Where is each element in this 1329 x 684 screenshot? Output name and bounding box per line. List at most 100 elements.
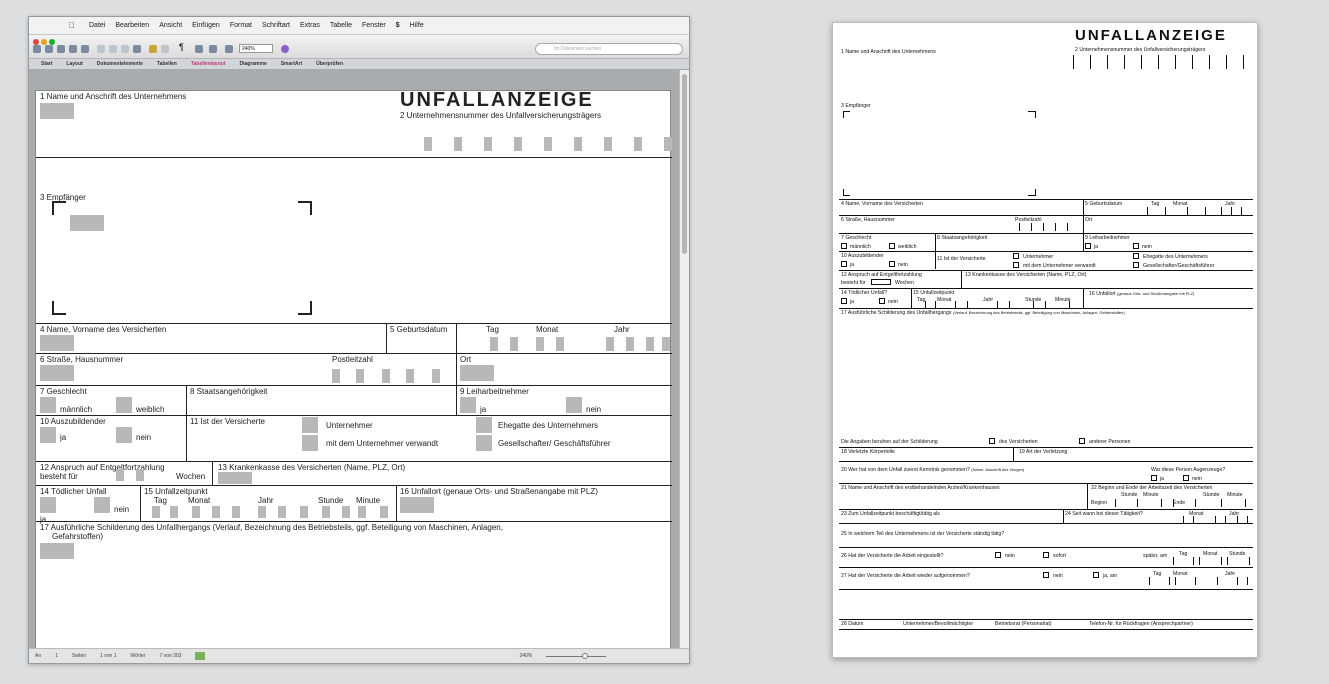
search-input[interactable]: Im Dokument suchen [535,43,683,55]
cut-icon[interactable] [97,45,105,53]
doc-digit-box[interactable] [170,506,178,518]
form-ja-am-checkbox[interactable] [1093,572,1099,578]
spellcheck-icon[interactable] [195,652,206,660]
form-digit-tick[interactable] [1019,223,1020,231]
menu-datei[interactable]: Datei [89,22,105,29]
form-digit-tick[interactable] [1187,207,1188,215]
form-azubi-ja-checkbox[interactable] [841,261,847,267]
doc-unternehmer-checkbox[interactable] [302,417,318,433]
form-digit-tick[interactable] [967,301,968,308]
doc-digit-box[interactable] [300,506,308,518]
doc-leih-ja-checkbox[interactable] [460,397,476,413]
form-digit-tick[interactable] [997,301,998,308]
form-digit-tick[interactable] [1195,499,1196,507]
doc-gesellschafter-checkbox[interactable] [476,435,492,451]
form-azubi-nein-checkbox[interactable] [889,261,895,267]
form-sofort-checkbox[interactable] [1043,552,1049,558]
form-digit-tick[interactable] [1173,557,1174,565]
form-verwandt-checkbox[interactable] [1013,262,1019,268]
doc-digit-box[interactable] [406,369,414,383]
doc-digit-box[interactable] [510,337,518,351]
form-digit-tick[interactable] [1195,577,1196,585]
form-digit-tick[interactable] [1221,207,1222,215]
form-digit-tick[interactable] [1033,301,1034,308]
form-digit-tick[interactable] [1115,499,1116,507]
doc-leih-nein-checkbox[interactable] [566,397,582,413]
form-digit-tick[interactable] [1237,577,1238,585]
doc-digit-box[interactable] [490,337,498,351]
menu-extras[interactable]: Extras [300,22,320,29]
form-digit-tick[interactable] [1199,557,1200,565]
doc-digit-box[interactable] [356,369,364,383]
form-digit-tick[interactable] [1090,55,1091,69]
form-digit-tick[interactable] [1205,207,1206,215]
form-digit-tick[interactable] [1241,207,1242,215]
doc-toedlich-nein-checkbox[interactable] [94,497,110,513]
doc-digit-box[interactable] [484,137,492,151]
doc-maennlich-checkbox[interactable] [40,397,56,413]
form-digit-tick[interactable] [1137,499,1138,507]
form-digit-tick[interactable] [1169,577,1170,585]
doc-digit-box[interactable] [454,137,462,151]
doc-digit-box[interactable] [322,506,330,518]
form-unternehmer-checkbox[interactable] [1013,253,1019,259]
form-digit-tick[interactable] [1009,301,1010,308]
tab-tabellen[interactable]: Tabellen [157,61,177,67]
tab-diagramme[interactable]: Diagramme [239,61,266,67]
form-digit-tick[interactable] [1237,516,1238,523]
doc-digit-box[interactable] [232,506,240,518]
form-wochen-input[interactable] [871,279,891,285]
form-digit-tick[interactable] [1073,55,1074,69]
form-weiblich-checkbox[interactable] [889,243,895,249]
doc-digit-box[interactable] [664,137,672,151]
form-anderer-checkbox[interactable] [1079,438,1085,444]
save-icon[interactable] [69,45,77,53]
doc-digit-box[interactable] [634,137,642,151]
form-digit-tick[interactable] [1141,55,1142,69]
help-icon[interactable] [281,45,289,53]
form-digit-tick[interactable] [925,301,926,308]
form-digit-tick[interactable] [1045,301,1046,308]
form-digit-tick[interactable] [1247,516,1248,523]
form-eingestellt-nein-checkbox[interactable] [995,552,1001,558]
doc-digit-box[interactable] [626,337,634,351]
form-digit-tick[interactable] [1161,499,1162,507]
form-digit-tick[interactable] [1175,55,1176,69]
form-digit-tick[interactable] [1227,557,1228,565]
doc-digit-box[interactable] [380,506,388,518]
document-page[interactable]: 1 Name und Anschrift des Unternehmens UN… [35,89,672,650]
menu-script[interactable]: $ [396,22,400,29]
doc-digit-box[interactable] [544,137,552,151]
menu-tabelle[interactable]: Tabelle [330,22,352,29]
form-digit-tick[interactable] [1124,55,1125,69]
form-gesellschafter-checkbox[interactable] [1133,262,1139,268]
doc-digit-box[interactable] [342,506,350,518]
doc-ort-input[interactable] [460,365,494,381]
doc-digit-box[interactable] [662,337,670,351]
menu-schriftart[interactable]: Schriftart [262,22,290,29]
tab-start[interactable]: Start [41,61,52,67]
doc-digit-box[interactable] [192,506,200,518]
status-view[interactable]: An [35,653,41,659]
zoom-select[interactable]: 240% [239,44,273,53]
form-maennlich-checkbox[interactable] [841,243,847,249]
doc-field-16-input[interactable] [400,497,434,513]
open-icon[interactable] [57,45,65,53]
doc-digit-box[interactable] [556,337,564,351]
doc-field-3-input[interactable] [70,215,104,231]
tab-smartart[interactable]: SmartArt [281,61,302,67]
form-digit-tick[interactable] [1221,557,1222,565]
doc-ehegatte-checkbox[interactable] [476,417,492,433]
pilcrow-icon[interactable]: ¶ [179,42,184,52]
form-digit-tick[interactable] [1149,577,1150,585]
doc-toedlich-ja-checkbox[interactable] [40,497,56,513]
form-digit-tick[interactable] [1215,516,1216,523]
doc-digit-box[interactable] [278,506,286,518]
form-digit-tick[interactable] [1226,55,1227,69]
form-digit-tick[interactable] [1221,499,1222,507]
form-digit-tick[interactable] [1165,207,1166,215]
form-digit-tick[interactable] [1247,577,1248,585]
form-digit-tick[interactable] [1147,207,1148,215]
templates-icon[interactable] [45,45,53,53]
form-ehegatte-checkbox[interactable] [1133,253,1139,259]
